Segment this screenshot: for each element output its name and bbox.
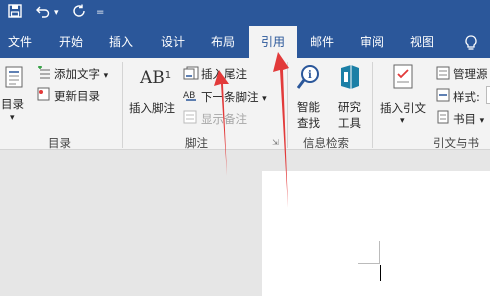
red-arrow-to-endnote <box>214 70 229 176</box>
red-arrow-to-references-tab <box>273 52 289 208</box>
annotation-arrows <box>214 52 289 208</box>
